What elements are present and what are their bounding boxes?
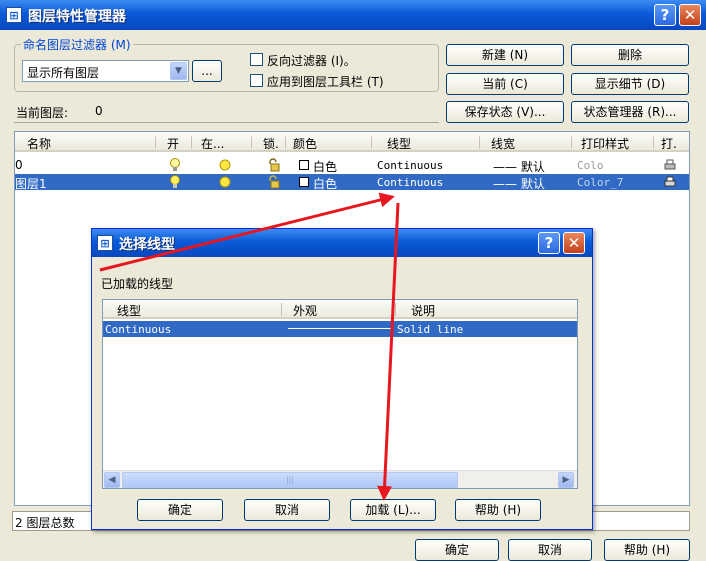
layer-name: 0 — [15, 158, 23, 172]
unlock-icon[interactable] — [267, 175, 281, 189]
printer-icon[interactable] — [663, 158, 677, 172]
sun-icon[interactable] — [218, 175, 232, 189]
dialog-help-button[interactable]: 帮助 (H) — [455, 499, 541, 521]
ok-button[interactable]: 确定 — [415, 539, 499, 561]
unlock-icon[interactable] — [267, 158, 281, 172]
apply-toolbar-checkbox[interactable] — [250, 74, 263, 87]
new-layer-button[interactable]: 新建 (N) — [446, 44, 564, 66]
col-header-lock[interactable]: 锁. — [263, 135, 279, 152]
layer-plotstyle: Colo — [577, 159, 604, 172]
layer-color[interactable]: 白色 — [313, 158, 337, 175]
layer-lineweight[interactable]: —— 默认 — [493, 175, 545, 192]
col-header-name[interactable]: 名称 — [27, 135, 51, 152]
col-header-lineweight[interactable]: 线宽 — [491, 135, 515, 152]
linetype-list: 线型 外观 说明 Continuous Solid line ◀ ||| ▶ — [102, 299, 578, 489]
layer-table-header: 名称 开 在... 锁. 颜色 线型 线宽 打印样式 打. — [15, 132, 689, 152]
horizontal-scrollbar[interactable]: ◀ ||| ▶ — [103, 470, 577, 488]
state-manager-button[interactable]: 状态管理器 (R)... — [571, 101, 689, 123]
dialog-help-icon[interactable]: ? — [538, 232, 560, 254]
help-icon[interactable]: ? — [654, 4, 676, 26]
title-bar: ⊞ 图层特性管理器 ? ✕ — [0, 0, 706, 30]
col-header-freeze[interactable]: 在... — [201, 135, 224, 152]
table-row[interactable]: 0 白色 Continuous —— 默认 Colo — [15, 157, 689, 175]
col-separator[interactable] — [371, 136, 372, 149]
show-details-button[interactable]: 显示细节 (D) — [571, 73, 689, 95]
linetype-appearance — [288, 328, 392, 329]
col-header-appearance[interactable]: 外观 — [293, 302, 317, 319]
lightbulb-icon[interactable] — [169, 175, 181, 189]
scroll-thumb[interactable]: ||| — [122, 472, 458, 488]
current-layer-label: 当前图层: — [16, 106, 69, 120]
filter-browse-button[interactable]: ... — [192, 60, 222, 82]
col-header-color[interactable]: 颜色 — [293, 135, 317, 152]
dialog-app-icon: ⊞ — [97, 235, 113, 251]
layer-linetype[interactable]: Continuous — [377, 176, 443, 189]
col-separator[interactable] — [571, 136, 572, 149]
color-swatch[interactable] — [299, 160, 309, 170]
col-header-linetype[interactable]: 线型 — [117, 302, 141, 319]
layer-plotstyle: Color_7 — [577, 176, 624, 189]
filter-group-label: 命名图层过滤器 (M) — [21, 36, 133, 53]
table-row[interactable]: Continuous Solid line — [103, 321, 577, 337]
layer-linetype[interactable]: Continuous — [377, 159, 443, 172]
divider — [14, 122, 439, 123]
select-linetype-dialog: ⊞ 选择线型 ? ✕ 已加载的线型 线型 外观 说明 Continuous So… — [91, 228, 593, 530]
col-header-on[interactable]: 开 — [167, 135, 179, 152]
apply-toolbar-label: 应用到图层工具栏 (T) — [267, 75, 384, 89]
linetype-description: Solid line — [397, 323, 464, 336]
dialog-cancel-button[interactable]: 取消 — [244, 499, 330, 521]
reverse-filter-label: 反向过滤器 (I)。 — [267, 54, 356, 68]
dialog-close-icon[interactable]: ✕ — [563, 232, 585, 254]
current-layer-value: 0 — [95, 104, 103, 118]
col-separator[interactable] — [479, 136, 480, 149]
filter-combo-value: 显示所有图层 — [27, 66, 100, 80]
layer-name: 图层1 — [15, 177, 47, 191]
col-separator[interactable] — [395, 303, 396, 316]
delete-layer-button[interactable]: 删除 — [571, 44, 689, 66]
layer-lineweight[interactable]: —— 默认 — [493, 158, 545, 175]
linetype-name: Continuous — [105, 323, 172, 336]
lightbulb-icon[interactable] — [169, 158, 181, 172]
scroll-right-icon[interactable]: ▶ — [558, 472, 574, 488]
close-icon[interactable]: ✕ — [679, 4, 701, 26]
col-separator[interactable] — [155, 136, 156, 149]
filter-combo[interactable]: 显示所有图层 ▼ — [22, 60, 189, 82]
color-swatch[interactable] — [299, 177, 309, 187]
app-icon: ⊞ — [6, 7, 22, 23]
cancel-button[interactable]: 取消 — [508, 539, 592, 561]
printer-icon[interactable] — [663, 175, 677, 189]
sun-icon[interactable] — [218, 158, 232, 172]
col-separator[interactable] — [281, 303, 282, 316]
dialog-ok-button[interactable]: 确定 — [137, 499, 223, 521]
col-separator[interactable] — [251, 136, 252, 149]
chevron-down-icon[interactable]: ▼ — [170, 62, 187, 80]
col-separator[interactable] — [285, 136, 286, 149]
table-row[interactable]: 图层1 白色 Continuous —— 默认 Color_7 — [15, 174, 689, 192]
reverse-filter-checkbox[interactable] — [250, 53, 263, 66]
linetype-list-header: 线型 外观 说明 — [103, 300, 577, 319]
col-header-linetype[interactable]: 线型 — [387, 135, 411, 152]
loaded-linetypes-label: 已加载的线型 — [101, 277, 174, 291]
save-state-button[interactable]: 保存状态 (V)... — [446, 101, 564, 123]
dialog-title: 选择线型 — [119, 237, 175, 253]
set-current-button[interactable]: 当前 (C) — [446, 73, 564, 95]
col-separator[interactable] — [191, 136, 192, 149]
window-title: 图层特性管理器 — [28, 9, 126, 25]
scroll-left-icon[interactable]: ◀ — [104, 472, 120, 488]
layer-total: 2 图层总数 — [15, 516, 75, 530]
col-header-plot[interactable]: 打. — [661, 135, 677, 152]
help-button[interactable]: 帮助 (H) — [604, 539, 690, 561]
col-header-description[interactable]: 说明 — [411, 302, 435, 319]
load-linetype-button[interactable]: 加载 (L)... — [350, 499, 436, 521]
dialog-title-bar: ⊞ 选择线型 ? ✕ — [92, 229, 592, 257]
col-header-plotstyle[interactable]: 打印样式 — [581, 135, 629, 152]
col-separator[interactable] — [653, 136, 654, 149]
layer-color[interactable]: 白色 — [313, 175, 337, 192]
